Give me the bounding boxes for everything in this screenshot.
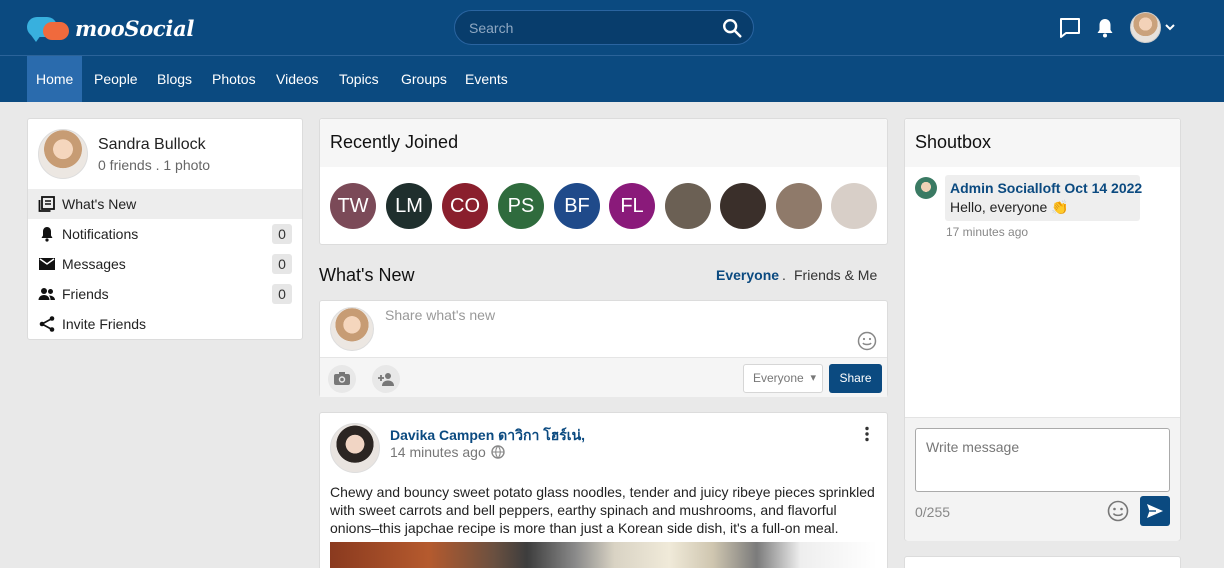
chat-icon[interactable] <box>1058 16 1082 40</box>
filter-friends-and-me[interactable]: Friends & Me <box>794 267 877 283</box>
user-avatar[interactable] <box>1130 12 1161 43</box>
shout-message-input[interactable] <box>915 428 1170 492</box>
post-composer: Share what's new Everyone Share <box>319 300 888 397</box>
shout-message: Admin Socialloft Oct 14 2022 Hello, ever… <box>945 175 1142 221</box>
post-text: Chewy and bouncy sweet potato glass nood… <box>330 484 875 536</box>
sidebar-item-whats-new[interactable]: What's New <box>28 189 302 219</box>
composer-input[interactable]: Share what's new <box>385 307 495 323</box>
member-avatar[interactable]: PS <box>498 183 544 229</box>
brand-name: mooSocial <box>75 15 195 41</box>
share-button[interactable]: Share <box>829 364 882 393</box>
shout-text: Hello, everyone 👏 <box>950 199 1069 215</box>
logo-bubbles-icon <box>27 13 73 43</box>
share-icon <box>39 316 55 332</box>
member-avatar[interactable]: FL <box>609 183 655 229</box>
main-nav: Home People Blogs Photos Videos Topics G… <box>0 56 1224 102</box>
sidebar-item-notifications[interactable]: Notifications 0 <box>28 219 302 249</box>
nav-people[interactable]: People <box>85 56 147 102</box>
sidebar-item-friends[interactable]: Friends 0 <box>28 279 302 309</box>
globe-icon <box>491 445 505 459</box>
next-widget-card <box>904 556 1181 568</box>
profile-card: Sandra Bullock 0 friends . 1 photo What'… <box>27 118 303 340</box>
char-counter: 0/255 <box>915 504 951 520</box>
bell-icon <box>41 227 53 242</box>
nav-videos[interactable]: Videos <box>267 56 328 102</box>
shout-composer: 0/255 <box>905 417 1180 541</box>
shout-author-avatar[interactable] <box>915 177 937 199</box>
nav-topics[interactable]: Topics <box>330 56 388 102</box>
sidebar-item-label: Invite Friends <box>62 316 147 332</box>
emoji-icon[interactable] <box>1107 500 1129 522</box>
bell-icon[interactable] <box>1093 16 1117 40</box>
member-avatar[interactable]: CO <box>442 183 488 229</box>
nav-blogs[interactable]: Blogs <box>148 56 201 102</box>
envelope-icon <box>39 258 55 270</box>
sidebar-item-messages[interactable]: Messages 0 <box>28 249 302 279</box>
more-options-icon[interactable] <box>858 425 876 443</box>
post-time[interactable]: 14 minutes ago <box>390 444 486 460</box>
friends-count-badge: 0 <box>272 284 292 304</box>
recently-joined-card: Recently Joined TW LM CO PS BF FL <box>319 118 888 245</box>
sidebar-item-label: Friends <box>62 286 109 302</box>
member-photo-avatar[interactable] <box>776 183 822 229</box>
member-photo-avatar[interactable] <box>831 183 877 229</box>
shoutbox-title: Shoutbox <box>915 132 992 152</box>
send-icon <box>1147 504 1163 518</box>
feed-post: Davika Campen ดาวิกา โฮร์เน่, 14 minutes… <box>319 412 888 568</box>
add-user-icon <box>378 373 394 386</box>
nav-photos[interactable]: Photos <box>203 56 265 102</box>
recently-joined-title: Recently Joined <box>330 132 459 152</box>
messages-count-badge: 0 <box>272 254 292 274</box>
profile-meta: 0 friends . 1 photo <box>98 157 211 173</box>
shout-time: 17 minutes ago <box>946 225 1029 239</box>
nav-home[interactable]: Home <box>27 56 83 102</box>
notifications-count-badge: 0 <box>272 224 292 244</box>
post-photo[interactable] <box>330 542 877 568</box>
post-author-avatar[interactable] <box>330 423 380 473</box>
member-avatar[interactable]: LM <box>386 183 432 229</box>
search-input[interactable] <box>469 18 709 38</box>
search-bar <box>454 10 754 45</box>
member-photo-avatar[interactable] <box>720 183 766 229</box>
shoutbox-card: Shoutbox Admin Socialloft Oct 14 2022 He… <box>904 118 1181 541</box>
member-avatar[interactable]: TW <box>330 183 376 229</box>
chevron-down-icon[interactable] <box>1164 21 1176 33</box>
tag-friend-button[interactable] <box>372 365 400 393</box>
feed-title: What's New <box>319 265 415 285</box>
filter-everyone[interactable]: Everyone <box>716 267 779 283</box>
search-icon[interactable] <box>721 17 743 39</box>
nav-groups[interactable]: Groups <box>392 56 456 102</box>
nav-events[interactable]: Events <box>456 56 517 102</box>
profile-name[interactable]: Sandra Bullock <box>98 136 206 154</box>
privacy-select[interactable]: Everyone <box>743 364 823 393</box>
people-icon <box>38 288 55 300</box>
add-photo-button[interactable] <box>328 365 356 393</box>
member-photo-avatar[interactable] <box>665 183 711 229</box>
member-avatar[interactable]: BF <box>554 183 600 229</box>
composer-toolbar: Everyone Share <box>320 357 887 397</box>
newsfeed-icon <box>38 196 55 212</box>
send-button[interactable] <box>1140 496 1170 526</box>
profile-avatar[interactable] <box>38 129 88 179</box>
camera-icon <box>334 372 350 385</box>
sidebar-item-label: Messages <box>62 256 126 272</box>
brand-logo[interactable]: mooSocial <box>27 13 194 43</box>
emoji-icon[interactable] <box>857 331 877 351</box>
sidebar-item-invite-friends[interactable]: Invite Friends <box>28 309 302 339</box>
sidebar-item-label: What's New <box>62 196 137 212</box>
filter-separator: . <box>782 267 786 283</box>
shout-author[interactable]: Admin Socialloft Oct 14 2022 <box>950 180 1142 196</box>
composer-avatar <box>330 307 374 351</box>
sidebar-item-label: Notifications <box>62 226 139 242</box>
top-header: mooSocial <box>0 0 1224 56</box>
